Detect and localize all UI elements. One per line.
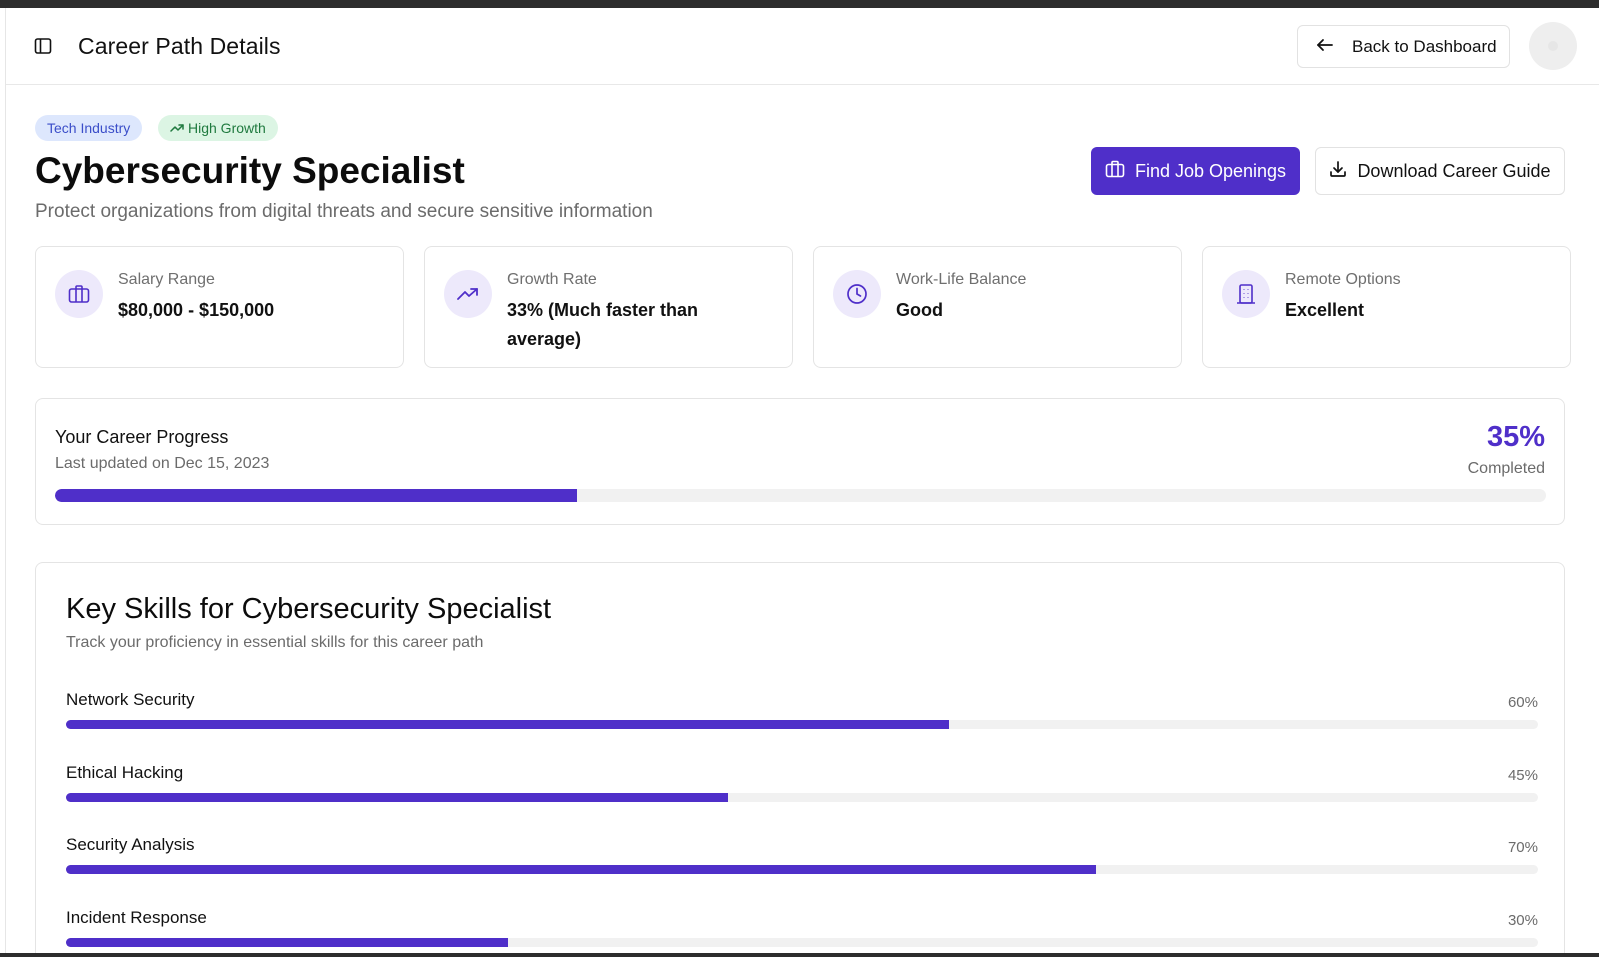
career-progress-updated: Last updated on Dec 15, 2023	[55, 455, 270, 472]
stat-label: Growth Rate	[507, 271, 597, 288]
skill-progress-bar	[66, 720, 1538, 729]
avatar-placeholder-icon	[1548, 41, 1558, 51]
skill-progress-bar	[66, 793, 1538, 802]
skill-name: Network Security	[66, 690, 195, 709]
top-bar: Career Path Details Back to Dashboard	[6, 8, 1599, 85]
key-skills-card: Key Skills for Cybersecurity Specialist …	[35, 562, 1565, 957]
growth-badge: High Growth	[158, 115, 278, 141]
salary-range-card: Salary Range $80,000 - $150,000	[35, 246, 404, 368]
window-top-strip	[0, 0, 1599, 8]
growth-badge-label: High Growth	[188, 120, 266, 136]
work-life-balance-card: Work-Life Balance Good	[813, 246, 1182, 368]
key-skills-subtitle: Track your proficiency in essential skil…	[66, 634, 484, 651]
download-career-guide-button[interactable]: Download Career Guide	[1315, 147, 1565, 195]
skill-percent: 30%	[1507, 912, 1538, 929]
key-skills-title: Key Skills for Cybersecurity Specialist	[66, 593, 552, 625]
clock-icon	[833, 270, 881, 318]
arrow-left-icon	[1316, 37, 1334, 57]
stat-label: Salary Range	[118, 271, 215, 288]
industry-badge-label: Tech Industry	[47, 120, 131, 136]
career-progress-card: Your Career Progress Last updated on Dec…	[35, 398, 1565, 525]
sidebar-edge	[5, 8, 6, 953]
skill-name: Security Analysis	[66, 835, 195, 854]
briefcase-icon	[1105, 160, 1125, 183]
growth-rate-card: Growth Rate 33% (Much faster than averag…	[424, 246, 793, 368]
skill-row: Ethical Hacking 45%	[66, 763, 1538, 813]
career-progress-completed: Completed	[1467, 460, 1545, 477]
trending-up-icon	[444, 270, 492, 318]
skill-progress-bar	[66, 865, 1538, 874]
remote-options-card: Remote Options Excellent	[1202, 246, 1571, 368]
stat-value: $80,000 - $150,000	[118, 300, 275, 320]
avatar[interactable]	[1529, 22, 1577, 70]
career-description: Protect organizations from digital threa…	[35, 201, 653, 222]
skill-progress-bar	[66, 938, 1538, 947]
skill-percent: 70%	[1507, 839, 1538, 856]
trending-up-icon	[170, 120, 184, 136]
skill-name: Incident Response	[66, 908, 207, 927]
career-progress-bar	[55, 489, 1546, 502]
building-icon	[1222, 270, 1270, 318]
briefcase-icon	[55, 270, 103, 318]
skill-row: Security Analysis 70%	[66, 835, 1538, 885]
find-job-openings-label: Find Job Openings	[1134, 160, 1287, 181]
stat-value: Good	[896, 300, 943, 320]
skill-percent: 60%	[1507, 694, 1538, 711]
career-progress-title: Your Career Progress	[55, 427, 229, 447]
back-to-dashboard-label: Back to Dashboard	[1352, 36, 1497, 56]
back-to-dashboard-button[interactable]: Back to Dashboard	[1297, 25, 1510, 68]
sidebar-toggle-icon[interactable]	[34, 37, 52, 55]
skill-progress-fill	[66, 720, 950, 729]
career-progress-fill	[55, 489, 577, 502]
page-title: Career Path Details	[78, 33, 281, 59]
skill-row: Incident Response 30%	[66, 908, 1538, 957]
skill-name: Ethical Hacking	[66, 763, 184, 782]
window-bottom-strip	[0, 953, 1599, 957]
skill-progress-fill	[66, 865, 1097, 874]
career-progress-percent: 35%	[1486, 421, 1545, 453]
stat-value: 33% (Much faster than average)	[507, 300, 699, 349]
download-icon	[1329, 160, 1347, 183]
stat-label: Remote Options	[1285, 271, 1401, 288]
download-career-guide-label: Download Career Guide	[1357, 160, 1551, 181]
stat-value: Excellent	[1285, 300, 1365, 320]
career-title: Cybersecurity Specialist	[35, 150, 465, 191]
find-job-openings-button[interactable]: Find Job Openings	[1091, 147, 1300, 195]
stat-label: Work-Life Balance	[896, 271, 1027, 288]
industry-badge: Tech Industry	[35, 115, 143, 141]
skill-progress-fill	[66, 938, 508, 947]
skill-progress-fill	[66, 793, 729, 802]
skill-row: Network Security 60%	[66, 690, 1538, 740]
skill-percent: 45%	[1507, 767, 1538, 784]
